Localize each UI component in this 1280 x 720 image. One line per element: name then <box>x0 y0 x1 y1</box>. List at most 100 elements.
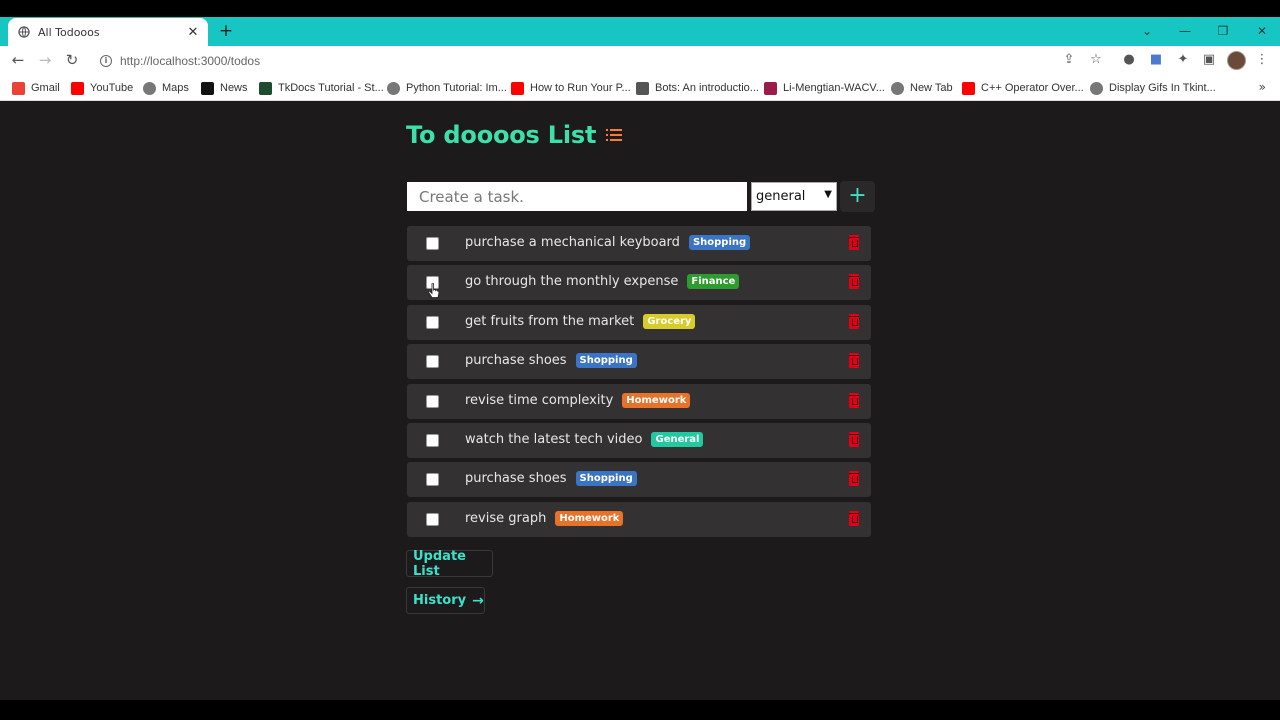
bookmark-item[interactable]: News <box>201 80 248 96</box>
mouse-cursor-icon <box>428 283 440 298</box>
youtube-icon <box>962 81 975 95</box>
delete-icon[interactable] <box>849 510 859 526</box>
side-panel-icon[interactable]: ▣ <box>1200 51 1218 69</box>
todo-item: get fruits from the market Grocery <box>407 304 871 340</box>
category-tag: Shopping <box>575 471 637 487</box>
puzzle-icon[interactable]: ✦ <box>1174 51 1192 69</box>
share-icon[interactable]: ⇪ <box>1060 51 1078 69</box>
bookmark-item[interactable]: Display Gifs In Tkint... <box>1090 80 1216 96</box>
delete-icon[interactable] <box>849 313 859 329</box>
todo-item: purchase shoes Shopping <box>407 344 871 380</box>
address-bar[interactable]: i http://localhost:3000/todos <box>92 49 1112 72</box>
menu-kebab-icon[interactable]: ⋮ <box>1253 51 1271 69</box>
todo-checkbox[interactable] <box>426 237 439 250</box>
category-tag: Homework <box>555 510 624 526</box>
todo-text: watch the latest tech video <box>465 431 643 447</box>
app-page: To doooos List general ▼ + purchase a me… <box>0 101 1280 700</box>
bookmark-item[interactable]: New Tab <box>891 80 953 96</box>
tkdocs-icon <box>259 81 272 95</box>
todo-text: purchase shoes <box>465 353 567 369</box>
minimize-button[interactable]: — <box>1173 21 1197 41</box>
todo-item: go through the monthly expense Finance <box>407 265 871 301</box>
news-icon <box>201 81 214 95</box>
globe-icon <box>387 81 400 95</box>
todo-item: watch the latest tech video General <box>407 422 871 458</box>
todo-list: purchase a mechanical keyboard Shopping g… <box>407 226 871 541</box>
delete-icon[interactable] <box>849 274 859 290</box>
bookmark-item[interactable]: C++ Operator Over... <box>962 80 1084 96</box>
todo-checkbox[interactable] <box>426 355 439 369</box>
tab-title: All Todooos <box>38 25 100 39</box>
url-text: http://localhost:3000/todos <box>120 53 261 68</box>
bookmark-item[interactable]: How to Run Your P... <box>511 80 631 96</box>
page-title: To doooos List <box>406 121 597 149</box>
list-icon <box>606 129 623 141</box>
bookmark-item[interactable]: Gmail <box>12 80 60 96</box>
history-button[interactable]: History → <box>406 587 485 614</box>
todo-checkbox[interactable] <box>426 315 439 329</box>
info-icon[interactable]: i <box>100 54 112 67</box>
todo-checkbox[interactable] <box>426 473 439 487</box>
extension-circle-icon[interactable]: ● <box>1120 51 1138 69</box>
bookmark-item[interactable]: YouTube <box>71 80 133 96</box>
chevron-down-icon: ▼ <box>824 189 832 200</box>
todo-text: revise graph <box>465 510 547 526</box>
browser-toolbar: ← → ↻ i http://localhost:3000/todos ⇪ ☆ … <box>0 46 1280 75</box>
todo-checkbox[interactable] <box>426 394 439 408</box>
arrow-right-icon: → <box>472 592 484 609</box>
globe-icon <box>1090 81 1103 95</box>
category-tag: Finance <box>687 274 740 290</box>
globe-icon <box>891 81 904 95</box>
category-tag: Homework <box>622 392 691 408</box>
task-input[interactable] <box>407 182 747 211</box>
delete-icon[interactable] <box>849 353 859 369</box>
todo-item: revise time complexity Homework <box>407 383 871 419</box>
restore-button[interactable]: ❐ <box>1211 21 1235 41</box>
screen-top-bar <box>0 0 1280 17</box>
app-header: To doooos List <box>406 121 623 149</box>
category-tag: General <box>651 431 704 447</box>
todo-checkbox[interactable] <box>426 433 439 447</box>
add-task-button[interactable]: + <box>840 181 875 212</box>
bookmark-star-icon[interactable]: ☆ <box>1087 51 1105 69</box>
update-list-button[interactable]: Update List <box>406 549 493 579</box>
profile-avatar[interactable] <box>1227 51 1246 70</box>
more-bookmarks-button[interactable]: » <box>1259 80 1266 94</box>
todo-item: revise graph Homework <box>407 501 871 537</box>
bookmark-item[interactable]: Bots: An introductio... <box>636 80 759 96</box>
tab-strip: All Todooos ✕ + ⌄ — ❐ ✕ <box>0 17 1280 46</box>
extension-blue-icon[interactable]: ■ <box>1147 51 1165 69</box>
delete-icon[interactable] <box>849 235 859 250</box>
screen-bottom-bar <box>0 700 1280 720</box>
todo-text: purchase shoes <box>465 471 567 487</box>
todo-checkbox[interactable] <box>426 512 439 526</box>
youtube-icon <box>511 81 524 95</box>
forward-button[interactable]: → <box>35 50 55 70</box>
category-select[interactable]: general ▼ <box>751 182 837 211</box>
todo-text: go through the monthly expense <box>465 274 679 290</box>
bookmarks-bar: Gmail YouTube Maps News TkDocs Tutorial … <box>0 75 1280 101</box>
todo-item: purchase shoes Shopping <box>407 462 871 498</box>
bookmark-item[interactable]: Python Tutorial: Im... <box>387 80 507 96</box>
todo-text: purchase a mechanical keyboard <box>465 235 680 250</box>
todo-item: purchase a mechanical keyboard Shopping <box>407 226 871 261</box>
new-tab-button[interactable]: + <box>216 21 236 41</box>
delete-icon[interactable] <box>849 431 859 447</box>
delete-icon[interactable] <box>849 392 859 408</box>
close-tab-icon[interactable]: ✕ <box>186 25 200 40</box>
reload-button[interactable]: ↻ <box>62 50 82 70</box>
category-selected-value: general <box>756 189 806 204</box>
tab-search-icon[interactable]: ⌄ <box>1135 21 1159 41</box>
close-window-button[interactable]: ✕ <box>1250 21 1274 41</box>
back-button[interactable]: ← <box>8 50 28 70</box>
gmail-icon <box>12 81 25 95</box>
magnet-icon <box>764 81 777 95</box>
youtube-icon <box>71 81 84 95</box>
bookmark-item[interactable]: Li-Mengtian-WACV... <box>764 80 885 96</box>
delete-icon[interactable] <box>849 471 859 487</box>
todo-text: revise time complexity <box>465 392 614 408</box>
bookmark-item[interactable]: Maps <box>143 80 189 96</box>
bookmark-item[interactable]: TkDocs Tutorial - St... <box>259 80 384 96</box>
category-tag: Shopping <box>575 353 637 369</box>
browser-tab-active[interactable]: All Todooos ✕ <box>8 18 208 46</box>
